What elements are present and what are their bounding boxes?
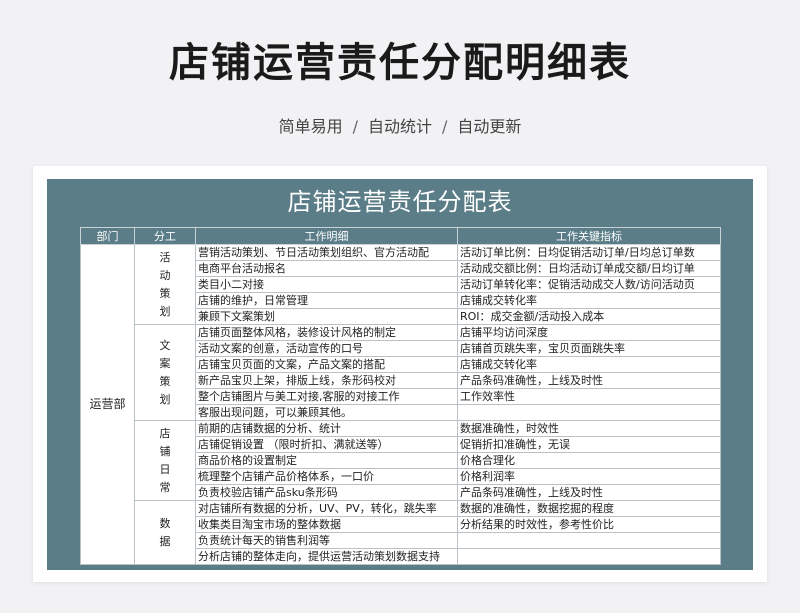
detail-cell: 负责校验店铺产品sku条形码 [195,484,458,501]
tag-separator: / [352,117,358,136]
detail-cell: 收集类目淘宝市场的整体数据 [195,516,458,533]
kpi-cell [457,404,721,421]
detail-cell: 活动文案的创意，活动宣传的口号 [195,340,458,357]
column-header-division: 分工 [134,227,196,245]
kpi-cell: 数据的准确性，数据挖掘的程度 [457,500,721,517]
tag-auto-update: 自动更新 [457,117,522,136]
detail-cell: 店铺的维护，日常管理 [195,292,458,309]
responsibility-table: 部门 分工 工作明细 工作关键指标 运营部 活动策划 营销活动策划、节日活动策划组织… [80,227,721,565]
detail-cell: 商品价格的设置制定 [195,452,458,469]
kpi-cell: 工作效率性 [457,388,721,405]
table-row: 数据 对店铺所有数据的分析，UV、PV，转化，跳失率 数据的准确性，数据挖掘的程度 [81,500,721,565]
column-header-department: 部门 [80,227,135,245]
table-body: 运营部 活动策划 营销活动策划、节日活动策划组织、官方活动配 活动订单比例：日均促销活… [80,244,721,565]
detail-cell: 兼顾下文案策划 [195,308,458,325]
division-cell: 店铺日常 [134,420,196,501]
sheet-title: 店铺运营责任分配表 [287,188,513,216]
division-cell: 活动策划 [134,244,196,325]
kpi-cell: 价格合理化 [457,452,721,469]
detail-cell: 新产品宝贝上架，排版上线，条形码校对 [195,372,458,389]
kpi-cell: 店铺平均访问深度 [457,324,721,341]
detail-cell: 电商平台活动报名 [195,260,458,277]
table-header-row: 部门 分工 工作明细 工作关键指标 [80,227,721,245]
detail-cell: 客服出现问题，可以兼顾其他。 [195,404,458,421]
kpi-cell: 店铺成交转化率 [457,356,721,373]
tag-easy: 简单易用 [278,117,343,136]
division-label: 店铺日常 [159,426,171,494]
kpi-cell: 价格利润率 [457,468,721,485]
department-cell: 运营部 [80,244,135,565]
kpi-cell: 店铺成交转化率 [457,292,721,309]
detail-cell: 分析店铺的整体走向，提供运营活动策划数据支持 [195,548,458,565]
tag-auto-stats: 自动统计 [367,117,432,136]
kpi-cell: 活动订单比例：日均促销活动订单/日均总订单数 [457,244,721,261]
detail-cell: 类目小二对接 [195,276,458,293]
kpi-cell [457,532,721,549]
division-label: 数据 [159,516,171,548]
division-cell: 数据 [134,500,196,565]
kpi-cell: 数据准确性，时效性 [457,420,721,437]
detail-cell: 店铺促销设置 （限时折扣、满就送等） [195,436,458,453]
kpi-cell [457,548,721,565]
detail-cell: 对店铺所有数据的分析，UV、PV，转化，跳失率 [195,500,458,517]
kpi-cell: 店铺首页跳失率，宝贝页面跳失率 [457,340,721,357]
kpi-cell: 产品条码准确性，上线及时性 [457,484,721,501]
tagline: 简单易用 / 自动统计 / 自动更新 [0,113,800,137]
detail-cell: 负责统计每天的销售利润等 [195,532,458,549]
kpi-cell: 促销折扣准确性，无误 [457,436,721,453]
table-row: 运营部 活动策划 营销活动策划、节日活动策划组织、官方活动配 活动订单比例：日均促销活… [80,244,721,565]
kpi-cell: 活动订单转化率：促销活动成交人数/访问活动页 [457,276,721,293]
column-header-detail: 工作明细 [195,227,458,245]
table-row: 文案策划 店铺页面整体风格，装修设计风格的制定 店铺平均访问深度 [81,324,721,421]
spreadsheet-preview: 店铺运营责任分配表 部门 分工 工作明细 工作关键指标 运营部 活动策划 营销活动策… [47,179,753,570]
table-row: 店铺日常 前期的店铺数据的分析、统计 数据准确性，时效性 [81,420,721,501]
division-cell: 文案策划 [134,324,196,421]
detail-cell: 整个店铺图片与美工对接,客服的对接工作 [195,388,458,405]
tag-separator: / [442,117,448,136]
division-label: 活动策划 [159,250,171,318]
kpi-cell: 分析结果的时效性，参考性价比 [457,516,721,533]
kpi-cell: 活动成交额比例：日均活动订单成交额/日均订单 [457,260,721,277]
division-label: 文案策划 [159,338,171,406]
detail-cell: 店铺宝贝页面的文案，产品文案的搭配 [195,356,458,373]
detail-cell: 店铺页面整体风格，装修设计风格的制定 [195,324,458,341]
kpi-cell: ROI：成交金额/活动投入成本 [457,308,721,325]
detail-cell: 前期的店铺数据的分析、统计 [195,420,458,437]
column-header-kpi: 工作关键指标 [457,227,721,245]
detail-cell: 梳理整个店铺产品价格体系，一口价 [195,468,458,485]
page-title: 店铺运营责任分配明细表 [169,40,631,86]
kpi-cell: 产品条码准确性，上线及时性 [457,372,721,389]
detail-cell: 营销活动策划、节日活动策划组织、官方活动配 [195,244,458,261]
